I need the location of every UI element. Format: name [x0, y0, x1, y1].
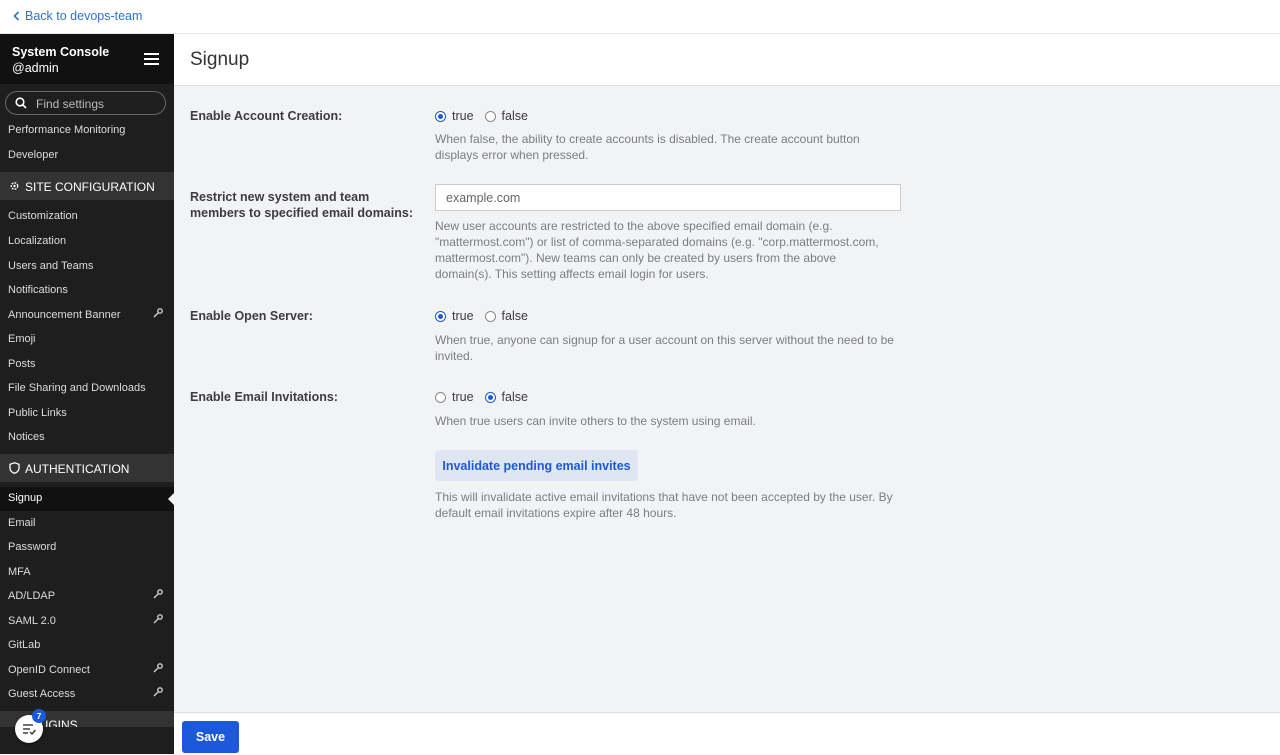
sidebar-item-label: GitLab	[8, 639, 41, 651]
sidebar-item-label: Posts	[8, 358, 36, 370]
sidebar-item-emoji[interactable]: Emoji	[0, 328, 174, 352]
sidebar-item-performance-monitoring[interactable]: Performance Monitoring	[0, 119, 174, 143]
section-site-configuration: SITE CONFIGURATION	[0, 172, 174, 200]
sidebar-item-label: Email	[8, 517, 36, 529]
email-invitations-help: When true users can invite others to the…	[435, 414, 756, 428]
sidebar-item-label: Performance Monitoring	[8, 124, 126, 136]
key-icon	[153, 308, 163, 318]
radio-label-false[interactable]: false	[502, 309, 528, 323]
key-icon	[153, 589, 163, 599]
chevron-left-icon	[13, 11, 20, 21]
main-content: Signup Enable Account Creation: true fal…	[174, 34, 1280, 754]
sidebar-item-label: Signup	[8, 492, 43, 504]
sidebar-item-file-sharing[interactable]: File Sharing and Downloads	[0, 377, 174, 401]
radio-label-true[interactable]: true	[452, 390, 474, 404]
invalidate-help: This will invalidate active email invita…	[435, 490, 893, 520]
hamburger-menu-icon[interactable]	[144, 53, 159, 65]
sidebar-item-label: Users and Teams	[8, 260, 94, 272]
sidebar-item-label: Customization	[8, 210, 78, 222]
search-input[interactable]	[34, 94, 163, 114]
sidebar-item-label: Password	[8, 541, 57, 553]
sidebar-item-label: Public Links	[8, 407, 67, 419]
sidebar-item-label: Notifications	[8, 284, 68, 296]
open-server-radio-group: true false	[435, 308, 539, 324]
sidebar-item-public-links[interactable]: Public Links	[0, 402, 174, 426]
sidebar-item-posts[interactable]: Posts	[0, 353, 174, 377]
open-server-help: When true, anyone can signup for a user …	[435, 333, 894, 363]
sidebar-item-label: Emoji	[8, 333, 36, 345]
sidebar-item-label: MFA	[8, 566, 31, 578]
key-icon	[153, 663, 163, 673]
sidebar-item-users-and-teams[interactable]: Users and Teams	[0, 255, 174, 279]
sidebar-item-signup[interactable]: Signup	[0, 487, 174, 511]
sidebar-item-ad-ldap[interactable]: AD/LDAP	[0, 585, 174, 609]
sidebar-header: System Console @admin	[0, 34, 174, 84]
sidebar-item-gitlab[interactable]: GitLab	[0, 634, 174, 658]
top-bar: Back to devops-team	[0, 0, 1280, 34]
account-creation-radio-group: true false	[435, 108, 539, 124]
sidebar-item-label: AD/LDAP	[8, 590, 56, 602]
radio-label-false[interactable]: false	[502, 109, 528, 123]
save-button[interactable]: Save	[182, 721, 239, 753]
page-title: Signup	[190, 49, 250, 70]
notification-count-badge: 7	[32, 709, 46, 723]
sidebar-item-password[interactable]: Password	[0, 536, 174, 560]
footer-bar: Save	[174, 712, 1280, 755]
back-link[interactable]: Back to devops-team	[13, 9, 142, 23]
sidebar-item-label: SAML 2.0	[8, 615, 56, 627]
restrict-domains-label: Restrict new system and team members to …	[190, 190, 413, 220]
email-invitations-radio-group: true false	[435, 389, 539, 405]
console-username: @admin	[12, 61, 59, 75]
search-icon	[15, 97, 27, 109]
account-creation-false-radio[interactable]	[484, 110, 496, 122]
sidebar-item-localization[interactable]: Localization	[0, 230, 174, 254]
sidebar-item-guest-access[interactable]: Guest Access	[0, 683, 174, 707]
sidebar-item-mfa[interactable]: MFA	[0, 561, 174, 585]
sidebar-item-announcement-banner[interactable]: Announcement Banner	[0, 304, 174, 328]
invalidate-invites-button[interactable]: Invalidate pending email invites	[435, 450, 638, 481]
sidebar-item-label: Developer	[8, 149, 59, 161]
open-server-label: Enable Open Server:	[190, 309, 313, 323]
email-invitations-false-radio[interactable]	[484, 391, 496, 403]
key-icon	[153, 687, 163, 697]
section-label: SITE CONFIGURATION	[25, 180, 155, 194]
sidebar-item-label: Guest Access	[8, 688, 76, 700]
sidebar: System Console @admin Performance Monito…	[0, 34, 174, 754]
email-invitations-true-radio[interactable]	[435, 391, 446, 403]
sidebar-item-label: Localization	[8, 235, 67, 247]
list-check-icon	[23, 724, 36, 735]
account-creation-label: Enable Account Creation:	[190, 109, 343, 123]
open-server-false-radio[interactable]	[484, 310, 496, 322]
sidebar-item-notifications[interactable]: Notifications	[0, 279, 174, 303]
sidebar-item-label: Notices	[8, 431, 45, 443]
sidebar-item-label: File Sharing and Downloads	[8, 382, 146, 394]
sidebar-item-email[interactable]: Email	[0, 512, 174, 536]
section-authentication: AUTHENTICATION	[0, 454, 174, 482]
sidebar-item-openid-connect[interactable]: OpenID Connect	[0, 659, 174, 683]
shield-icon	[9, 462, 20, 474]
radio-label-true[interactable]: true	[452, 309, 474, 323]
search-box	[5, 91, 166, 115]
account-creation-help: When false, the ability to create accoun…	[435, 132, 860, 162]
sidebar-item-label: OpenID Connect	[8, 664, 90, 676]
back-link-label: Back to devops-team	[25, 9, 143, 23]
section-label: AUTHENTICATION	[25, 462, 130, 476]
sidebar-item-customization[interactable]: Customization	[0, 205, 174, 229]
restrict-domains-input[interactable]	[435, 184, 901, 211]
radio-label-true[interactable]: true	[452, 109, 474, 123]
account-creation-true-radio[interactable]	[435, 110, 446, 122]
restrict-domains-help: New user accounts are restricted to the …	[435, 219, 879, 281]
sidebar-item-developer[interactable]: Developer	[0, 144, 174, 168]
sidebar-item-notices[interactable]: Notices	[0, 426, 174, 450]
gear-icon	[10, 182, 19, 190]
sidebar-item-label: Announcement Banner	[8, 309, 121, 321]
sidebar-item-saml[interactable]: SAML 2.0	[0, 610, 174, 634]
console-title: System Console	[12, 45, 110, 59]
email-invitations-label: Enable Email Invitations:	[190, 390, 338, 404]
key-icon	[153, 614, 163, 624]
radio-label-false[interactable]: false	[502, 390, 528, 404]
page-header: Signup	[174, 34, 1280, 86]
open-server-true-radio[interactable]	[435, 310, 446, 322]
